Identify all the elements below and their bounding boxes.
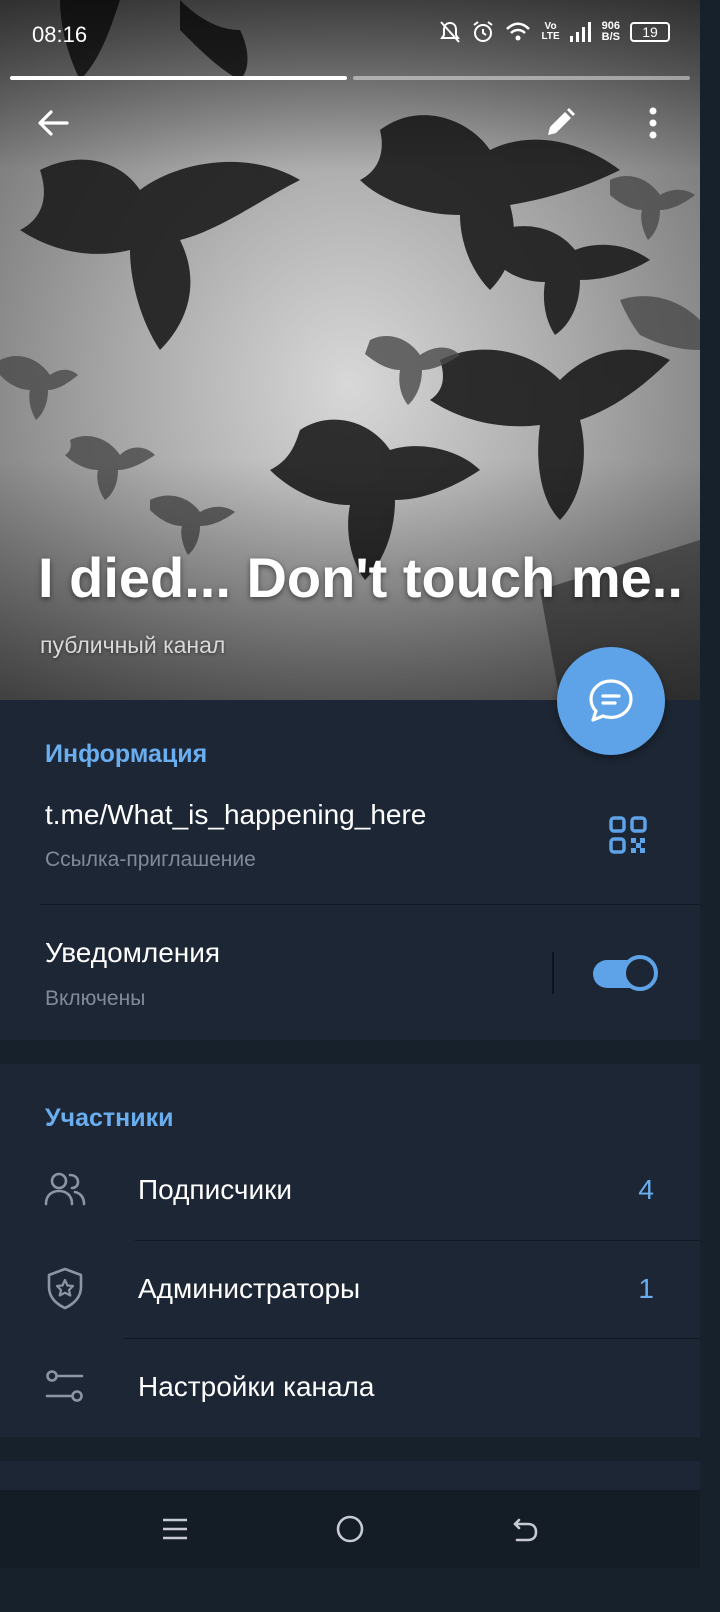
more-vert-icon xyxy=(649,107,657,139)
administrators-row[interactable]: Администраторы 1 xyxy=(0,1241,700,1338)
story-progress-segment-2 xyxy=(353,76,690,80)
invite-link-row[interactable]: t.me/What_is_happening_here Ссылка-пригл… xyxy=(0,785,700,905)
subscribers-count: 4 xyxy=(638,1174,654,1205)
channel-type: публичный канал xyxy=(40,632,226,658)
status-time: 08:16 xyxy=(32,22,88,47)
info-section-title: Информация xyxy=(45,740,208,768)
system-nav-bar xyxy=(0,1490,700,1568)
menu-icon xyxy=(163,1518,187,1540)
administrators-count: 1 xyxy=(638,1273,654,1304)
notifications-state: Включены xyxy=(45,987,146,1010)
home-circle-icon xyxy=(336,1515,364,1543)
alarm-icon xyxy=(473,21,494,42)
edit-pencil-icon xyxy=(548,108,575,135)
back-button[interactable] xyxy=(28,98,78,148)
more-button[interactable] xyxy=(628,98,678,148)
people-icon xyxy=(44,1172,86,1206)
battery-level: 19 xyxy=(642,24,658,40)
wifi-icon xyxy=(506,22,531,41)
invite-link[interactable]: t.me/What_is_happening_here xyxy=(45,799,426,831)
qr-code-button[interactable] xyxy=(608,815,652,859)
mute-bell-icon xyxy=(440,21,461,43)
nav-back-button[interactable] xyxy=(500,1504,550,1554)
lte-label: LTE xyxy=(541,31,560,42)
notifications-toggle-knob[interactable] xyxy=(622,955,658,991)
net-speed-unit: B/S xyxy=(601,31,620,43)
volte-indicator: Vo LTE xyxy=(541,22,559,42)
menu-button[interactable] xyxy=(150,1504,200,1554)
status-icons: Vo LTE 906 B/S 19 xyxy=(439,20,670,44)
members-section-title: Участники xyxy=(45,1104,174,1132)
battery-icon: 19 xyxy=(630,22,670,42)
back-icon xyxy=(513,1518,538,1542)
home-button[interactable] xyxy=(325,1504,375,1554)
discussion-button[interactable] xyxy=(557,647,665,755)
chat-bubble-icon xyxy=(589,679,633,722)
back-arrow-icon xyxy=(38,110,69,136)
notifications-separator xyxy=(552,952,554,994)
status-bar: 08:16 Vo LTE 906 B/S 19 xyxy=(0,0,700,70)
story-progress-segment-1 xyxy=(10,76,347,80)
administrators-label: Администраторы xyxy=(138,1273,361,1304)
qr-code-icon xyxy=(609,816,647,854)
settings-sliders-icon xyxy=(45,1370,84,1402)
channel-settings-label: Настройки канала xyxy=(138,1371,375,1402)
signal-icon xyxy=(569,22,591,42)
channel-name: I died... Don't touch me.. xyxy=(38,546,683,609)
subscribers-label: Подписчики xyxy=(138,1174,293,1205)
admin-shield-icon xyxy=(47,1267,83,1310)
members-section: Участники Подписчики 4 Администраторы 1 … xyxy=(0,1064,700,1437)
edit-button[interactable] xyxy=(535,98,585,148)
invite-link-caption: Ссылка-приглашение xyxy=(45,848,256,871)
net-speed: 906 B/S xyxy=(602,21,620,43)
channel-settings-row[interactable]: Настройки канала xyxy=(0,1339,700,1437)
subscribers-row[interactable]: Подписчики 4 xyxy=(0,1142,700,1240)
notifications-label: Уведомления xyxy=(45,937,221,968)
